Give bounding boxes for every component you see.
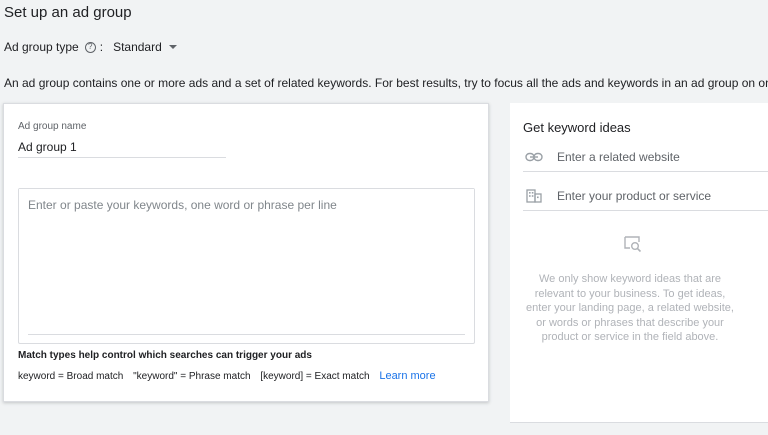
broad-match-text: keyword = Broad match [18,371,124,382]
dropdown-caret-icon [168,45,177,49]
search-ideas-icon [623,235,643,253]
ad-group-type-row: Ad group type ? : Standard [4,40,177,54]
match-types-title: Match types help control which searches … [18,350,312,361]
ad-group-name-label: Ad group name [18,121,87,132]
ad-group-type-select[interactable]: Standard [113,40,177,54]
product-service-field[interactable] [523,181,768,211]
related-website-field[interactable] [523,142,768,172]
ad-group-description: An ad group contains one or more ads and… [4,76,768,90]
match-types-row: keyword = Broad match "keyword" = Phrase… [18,370,436,382]
exact-match-text: [keyword] = Exact match [260,371,370,382]
ad-group-card: Ad group name Match types help control w… [3,103,489,402]
link-icon [523,150,545,164]
keyword-ideas-panel: Get keyword ideas Enter a related websit… [510,103,768,423]
help-circle-icon[interactable]: ? [84,41,96,53]
keyword-ideas-empty-message: We only show keyword ideas that are rele… [526,273,734,343]
related-website-input[interactable] [557,149,757,164]
product-service-input[interactable] [557,188,757,203]
keywords-box [18,188,475,344]
building-icon [523,188,545,203]
keyword-ideas-title: Get keyword ideas [523,120,631,135]
ad-group-type-value: Standard [113,40,162,54]
page-title: Set up an ad group [4,4,132,21]
ad-group-name-input[interactable] [18,136,226,158]
learn-more-link[interactable]: Learn more [379,370,435,382]
keywords-divider [28,334,465,335]
ad-group-type-separator: : [99,40,104,54]
keywords-input[interactable] [19,189,474,331]
ad-group-type-label: Ad group type [4,40,79,54]
phrase-match-text: "keyword" = Phrase match [133,371,251,382]
